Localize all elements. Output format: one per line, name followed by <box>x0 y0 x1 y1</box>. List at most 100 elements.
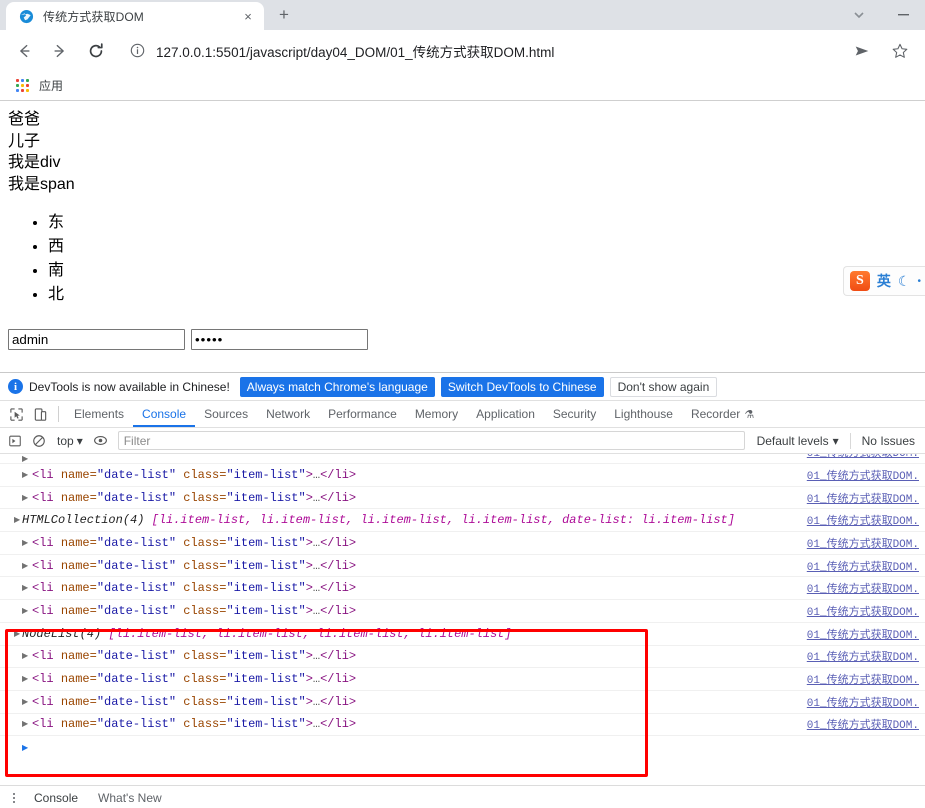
sogou-ime-bar[interactable]: S 英 ☾ • <box>842 266 925 296</box>
console-row[interactable]: ▶ <li name="date-list" class="item-list"… <box>0 577 925 601</box>
console-prompt-row[interactable]: ▶ <box>0 736 925 759</box>
console-collection-value: NodeList(4) [li.item-list, li.item-list,… <box>14 627 512 641</box>
console-row[interactable]: ▶ <li name="date-list" class="item-list"… <box>0 487 925 510</box>
info-icon[interactable] <box>128 42 146 60</box>
list-item: 北 <box>48 283 917 307</box>
ime-mode-label[interactable]: 英 <box>877 271 891 291</box>
expand-arrow-icon[interactable]: ▶ <box>22 651 28 661</box>
console-row[interactable]: ▶ <li name="date-list" class="item-list"… <box>0 714 925 737</box>
address-bar[interactable]: 127.0.0.1:5501/javascript/day04_DOM/01_传… <box>120 37 835 65</box>
expand-arrow-icon[interactable]: ▶ <box>22 606 28 616</box>
console-source-link[interactable]: 01_传统方式获取DOM. <box>807 648 919 664</box>
switch-devtools-language-button[interactable]: Switch DevTools to Chinese <box>440 376 604 397</box>
expand-arrow-icon[interactable]: ▶ <box>22 470 28 480</box>
console-row[interactable]: ▶ <li name="date-list" class="item-list"… <box>0 646 925 669</box>
new-tab-button[interactable]: + <box>270 1 298 29</box>
console-row[interactable]: ▶ <li name="date-list" class="item-list"… <box>0 464 925 487</box>
moon-icon[interactable]: ☾ <box>898 273 911 290</box>
send-icon[interactable] <box>847 36 877 66</box>
console-element-markup: <li name="date-list" class="item-list">…… <box>32 717 357 732</box>
console-source-link[interactable]: 01_传统方式获取DOM. <box>807 580 919 596</box>
console-source-link[interactable]: 01_传统方式获取DOM. <box>807 558 919 574</box>
ime-more-icon[interactable]: • <box>917 276 921 287</box>
close-icon[interactable]: × <box>240 8 256 24</box>
reload-button[interactable] <box>81 36 111 66</box>
console-row[interactable]: ▶ <li name="date-list" class="item-list"… <box>0 454 925 464</box>
console-source-link[interactable]: 01_传统方式获取DOM. <box>807 626 919 642</box>
console-element-markup: <li name="date-list" class="item-list">…… <box>32 672 357 687</box>
execution-context-label: top <box>57 433 74 448</box>
expand-arrow-icon[interactable]: ▶ <box>22 493 28 503</box>
execute-icon[interactable] <box>4 430 26 452</box>
password-input[interactable] <box>191 329 368 350</box>
page-text-line: 爸爸 <box>8 111 41 128</box>
console-row[interactable]: ▶ NodeList(4) [li.item-list, li.item-lis… <box>0 623 925 646</box>
bookmark-apps[interactable]: 应用 <box>10 75 69 96</box>
console-row[interactable]: ▶ <li name="date-list" class="item-list"… <box>0 555 925 578</box>
expand-arrow-icon[interactable]: ▶ <box>22 674 28 684</box>
issues-counter[interactable]: No Issues <box>856 434 921 448</box>
expand-arrow-icon[interactable]: ▶ <box>22 719 28 729</box>
drawer-tab-console[interactable]: Console <box>26 791 86 805</box>
console-element-markup: <li name="date-list" class="item-list">…… <box>32 649 357 664</box>
console-row[interactable]: ▶ <li name="date-list" class="item-list"… <box>0 668 925 691</box>
console-element-markup: <li name="date-list" class="item-list">…… <box>32 581 357 596</box>
console-filter-input[interactable] <box>117 431 745 450</box>
tab-recorder[interactable]: Recorder ⚗ <box>682 401 763 427</box>
expand-arrow-icon[interactable]: ▶ <box>22 583 28 593</box>
console-message-list[interactable]: ▶ <li name="date-list" class="item-list"… <box>0 454 925 785</box>
star-icon[interactable] <box>885 36 915 66</box>
browser-tab[interactable]: 传统方式获取DOM × <box>6 2 264 30</box>
collection-name: HTMLCollection(4) <box>22 513 145 528</box>
inspect-element-icon[interactable] <box>4 402 28 426</box>
console-source-link[interactable]: 01_传统方式获取DOM. <box>807 454 919 460</box>
live-expression-icon[interactable] <box>90 430 112 452</box>
console-element-markup: <li name="date-list" class="item-list">…… <box>22 454 356 456</box>
chevron-down-icon: ▾ <box>76 433 83 448</box>
tab-network[interactable]: Network <box>257 401 319 427</box>
back-button[interactable] <box>9 36 39 66</box>
console-row[interactable]: ▶ <li name="date-list" class="item-list"… <box>0 691 925 714</box>
log-levels-selector[interactable]: Default levels ▾ <box>751 434 845 448</box>
list-item: 南 <box>48 259 917 283</box>
console-row[interactable]: ▶ <li name="date-list" class="item-list"… <box>0 600 925 623</box>
drawer-tab-whats-new[interactable]: What's New <box>90 791 170 805</box>
console-source-link[interactable]: 01_传统方式获取DOM. <box>807 694 919 710</box>
username-input[interactable] <box>8 329 185 350</box>
console-element-markup: <li name="date-list" class="item-list">…… <box>32 694 357 709</box>
tab-application[interactable]: Application <box>467 401 544 427</box>
execution-context-selector[interactable]: top ▾ <box>52 434 88 448</box>
console-source-link[interactable]: 01_传统方式获取DOM. <box>807 512 919 528</box>
always-match-language-button[interactable]: Always match Chrome's language <box>239 376 435 397</box>
page-text-line: 我是span <box>8 175 75 193</box>
console-source-link[interactable]: 01_传统方式获取DOM. <box>807 535 919 551</box>
expand-arrow-icon[interactable]: ▶ <box>22 561 28 571</box>
chevron-down-icon[interactable] <box>837 0 881 30</box>
tab-elements[interactable]: Elements <box>65 401 133 427</box>
console-source-link[interactable]: 01_传统方式获取DOM. <box>807 490 919 506</box>
page-viewport: 爸爸 儿子 我是div 我是span 东 西 南 北 S 英 ☾ • <box>0 101 925 372</box>
device-toolbar-icon[interactable] <box>28 402 52 426</box>
console-row[interactable]: ▶ HTMLCollection(4) [li.item-list, li.it… <box>0 509 925 533</box>
minimize-icon[interactable] <box>881 0 925 30</box>
tab-lighthouse[interactable]: Lighthouse <box>605 401 682 427</box>
expand-arrow-icon[interactable]: ▶ <box>22 538 28 548</box>
console-source-link[interactable]: 01_传统方式获取DOM. <box>807 603 919 619</box>
console-source-link[interactable]: 01_传统方式获取DOM. <box>807 671 919 687</box>
expand-arrow-icon[interactable]: ▶ <box>14 515 20 525</box>
tab-console[interactable]: Console <box>133 401 195 427</box>
tab-sources[interactable]: Sources <box>195 401 257 427</box>
expand-arrow-icon[interactable]: ▶ <box>14 629 20 639</box>
console-row[interactable]: ▶ <li name="date-list" class="item-list"… <box>0 532 925 555</box>
expand-arrow-icon[interactable]: ▶ <box>22 697 28 707</box>
forward-button[interactable] <box>45 36 75 66</box>
console-source-link[interactable]: 01_传统方式获取DOM. <box>807 716 919 732</box>
console-source-link[interactable]: 01_传统方式获取DOM. <box>807 467 919 483</box>
tab-memory[interactable]: Memory <box>406 401 467 427</box>
tab-performance[interactable]: Performance <box>319 401 406 427</box>
clear-console-icon[interactable] <box>28 430 50 452</box>
console-element-markup: <li name="date-list" class="item-list">…… <box>32 535 357 550</box>
more-options-icon[interactable] <box>6 790 22 806</box>
dont-show-again-button[interactable]: Don't show again <box>609 376 718 397</box>
tab-security[interactable]: Security <box>544 401 605 427</box>
